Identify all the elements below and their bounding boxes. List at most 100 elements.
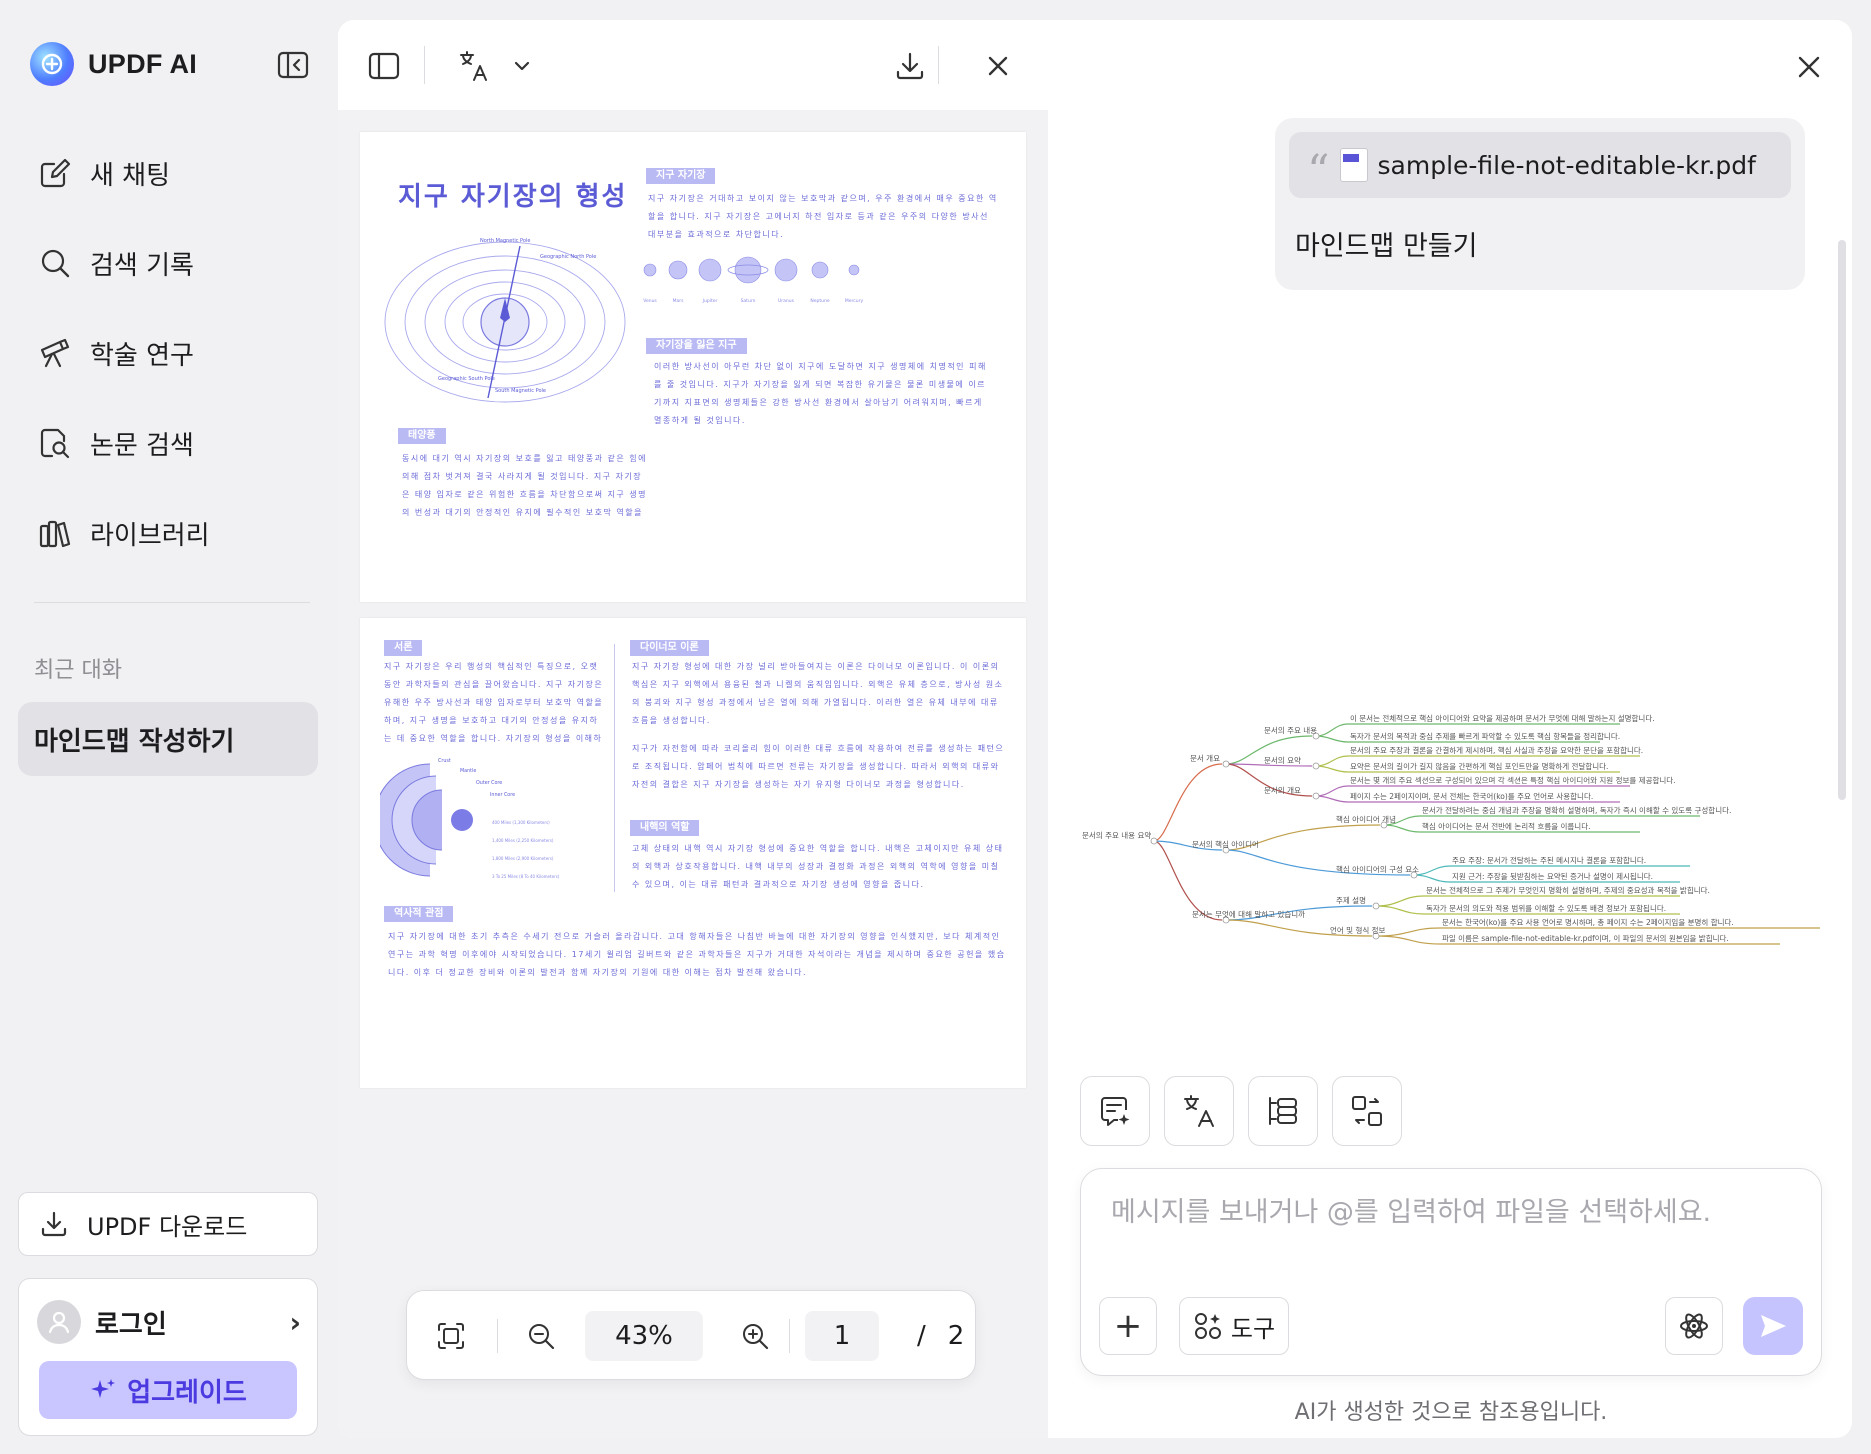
chat-panel: “ sample-file-not-editable-kr.pdf 마인드맵 만… bbox=[1050, 20, 1852, 1438]
zoom-in-icon bbox=[743, 1324, 769, 1350]
mindmap-button[interactable] bbox=[1248, 1076, 1318, 1146]
zoom-separator bbox=[789, 1319, 790, 1353]
geographic-south-label: Geographic South Pole bbox=[438, 376, 495, 382]
close-viewer-button[interactable] bbox=[978, 46, 1018, 86]
zoom-level[interactable]: 43% bbox=[585, 1311, 703, 1361]
close-chat-button[interactable] bbox=[1792, 50, 1826, 84]
download-icon bbox=[41, 1211, 67, 1237]
collapse-sidebar-button[interactable] bbox=[276, 48, 310, 82]
toolbar-separator bbox=[938, 46, 939, 84]
mindmap-branch: 문서는 무엇에 대해 말하고 있습니까 bbox=[1192, 909, 1305, 919]
zoom-out-button[interactable] bbox=[521, 1316, 561, 1356]
planet-label: Jupiter bbox=[702, 298, 718, 304]
brand[interactable]: UPDF AI bbox=[30, 42, 197, 86]
page-total: / 2 bbox=[917, 1311, 964, 1361]
mindmap-branch: 문서 개요 bbox=[1190, 753, 1220, 763]
updf-download-button[interactable]: UPDF 다운로드 bbox=[18, 1192, 318, 1256]
sidebar-item-label: 논문 검색 bbox=[90, 430, 194, 461]
mindmap-node: 핵심 아이디어 개념 bbox=[1336, 814, 1396, 824]
chevron-down-icon bbox=[514, 61, 530, 71]
mindmap-leaf: 문서의 주요 주장과 결론을 간결하게 제시하며, 핵심 사실과 주장을 요약한… bbox=[1350, 745, 1643, 755]
page1-section-tag: 자기장을 잃은 지구 bbox=[646, 338, 747, 354]
compare-button[interactable] bbox=[1332, 1076, 1402, 1146]
viewer-body[interactable]: 지구 자기장의 형성 지구 자기장 지구 자기장은 거대하고 보이지 않는 보호… bbox=[338, 110, 1048, 1438]
brand-name: UPDF AI bbox=[88, 48, 198, 79]
mindmap-node: 문서의 주요 내용 bbox=[1264, 725, 1317, 735]
page2-paragraph: 지구 자기장에 대한 초기 추측은 수세기 전으로 거슬러 올라갑니다. 고대 … bbox=[388, 932, 1006, 977]
total-pages: 2 bbox=[947, 1321, 965, 1351]
user-icon bbox=[48, 1311, 70, 1334]
mindmap-leaf: 주요 주장: 문서가 전달하는 주된 메시지나 결론을 포함합니다. bbox=[1452, 855, 1646, 865]
toolbar-separator bbox=[424, 46, 425, 84]
mindmap-leaf: 문서가 전달하려는 중심 개념과 주장을 명확히 설명하며, 독자가 즉시 이해… bbox=[1422, 805, 1731, 815]
mindmap-leaf: 지원 근거: 주장을 뒷받침하는 요약된 증거나 설명이 제시됩니다. bbox=[1452, 871, 1653, 881]
page2-paragraph: 지구가 자전함에 따라 코리올리 힘이 이러한 대류 흐름에 작용하여 전류를 … bbox=[632, 744, 1005, 789]
pdf-file-icon bbox=[1339, 148, 1368, 182]
page1-paragraph: 지구 자기장은 거대하고 보이지 않는 보호막과 같으며, 우주 환경에서 매우… bbox=[648, 194, 998, 239]
mindmap-node: 문서의 요약 bbox=[1264, 755, 1301, 765]
summarize-icon bbox=[1101, 1097, 1130, 1126]
sidebar-item-label: 새 채팅 bbox=[90, 160, 171, 191]
zoom-separator bbox=[497, 1319, 498, 1353]
library-icon bbox=[39, 520, 71, 548]
add-attachment-button[interactable]: + bbox=[1099, 1297, 1157, 1355]
download-label: UPDF 다운로드 bbox=[87, 1212, 248, 1241]
mindmap-leaf: 독자가 문서의 의도와 적용 범위를 이해할 수 있도록 배경 정보가 포함됩니… bbox=[1426, 903, 1666, 913]
south-magnetic-label: South Magnetic Pole bbox=[495, 388, 546, 394]
summarize-button[interactable] bbox=[1080, 1076, 1150, 1146]
translate-action-button[interactable] bbox=[1164, 1076, 1234, 1146]
login-button[interactable]: 로그인 › bbox=[37, 1299, 301, 1345]
tools-button[interactable]: 도구 bbox=[1179, 1297, 1289, 1355]
sidebar-item-search-history[interactable]: 검색 기록 bbox=[18, 218, 318, 308]
page1-paragraph: 동시에 대기 역시 자기장의 보호를 잃고 태양풍과 같은 힘에 의해 점차 벗… bbox=[402, 454, 647, 517]
avatar bbox=[37, 1300, 81, 1344]
send-button[interactable] bbox=[1743, 1297, 1803, 1355]
mindmap-leaf: 문서는 몇 개의 주요 섹션으로 구성되어 있으며 각 섹션은 특정 핵심 아이… bbox=[1350, 775, 1676, 785]
telescope-icon bbox=[40, 338, 70, 368]
planet-label: Venus bbox=[643, 298, 657, 304]
planet-label: Mercury bbox=[845, 298, 864, 304]
page2-section-tag: 내핵의 역할 bbox=[630, 820, 700, 836]
upgrade-button[interactable]: 업그레이드 bbox=[39, 1361, 297, 1419]
sidebar-item-new-chat[interactable]: 새 채팅 bbox=[18, 128, 318, 218]
download-pdf-button[interactable] bbox=[890, 46, 930, 86]
tools-icon bbox=[1194, 1313, 1221, 1339]
translate-options-dropdown[interactable] bbox=[502, 46, 542, 86]
sidebar-item-paper-search[interactable]: 논문 검색 bbox=[18, 398, 318, 488]
zoom-in-button[interactable] bbox=[735, 1316, 775, 1356]
pdf-page-2: 서론 지구 자기장은 우리 행성의 핵심적인 특징으로, 오랫동안 과학자들의 … bbox=[360, 618, 1026, 1088]
toggle-thumbnails-button[interactable] bbox=[364, 46, 404, 86]
tools-label: 도구 bbox=[1230, 1314, 1276, 1343]
paper-search-icon bbox=[40, 428, 70, 459]
sidebar-item-academic-research[interactable]: 학술 연구 bbox=[18, 308, 318, 398]
recent-chat-item[interactable]: 마인드맵 작성하기 bbox=[18, 702, 318, 776]
fit-page-button[interactable] bbox=[431, 1316, 471, 1356]
mindmap-root: 문서의 주요 내용 요약 bbox=[1082, 830, 1151, 840]
translate-icon bbox=[1184, 1095, 1214, 1127]
new-chat-icon bbox=[40, 158, 71, 188]
sidebar-divider bbox=[34, 602, 310, 603]
upgrade-label: 업그레이드 bbox=[127, 1377, 247, 1408]
page2-paragraph: 지구 자기장은 우리 행성의 핵심적인 특징으로, 오랫동안 과학자들의 관심을… bbox=[384, 662, 604, 743]
sidebar-panel-icon bbox=[368, 52, 400, 80]
sidebar-item-library[interactable]: 라이브러리 bbox=[18, 488, 318, 578]
sidebar: UPDF AI 새 채팅 검색 기록 학술 연구 논문 검색 라이브러리 최근 … bbox=[0, 0, 336, 1454]
quick-actions bbox=[1080, 1076, 1402, 1146]
login-label: 로그인 bbox=[95, 1309, 167, 1340]
translate-button[interactable] bbox=[454, 46, 494, 86]
model-selector-button[interactable] bbox=[1665, 1297, 1723, 1355]
chat-scrollbar[interactable] bbox=[1838, 240, 1846, 800]
mindmap-node: 핵심 아이디어의 구성 요소 bbox=[1336, 864, 1419, 874]
sidebar-item-label: 학술 연구 bbox=[90, 340, 194, 371]
attached-file-chip[interactable]: “ sample-file-not-editable-kr.pdf bbox=[1289, 132, 1791, 198]
mindmap-diagram[interactable]: 문서의 주요 내용 요약 문서 개요 문서의 핵심 아이디어 문서는 무엇에 대… bbox=[1080, 710, 1820, 950]
page1-section-tag: 지구 자기장 bbox=[646, 168, 716, 184]
viewer-toolbar bbox=[338, 20, 1048, 110]
page1-title: 지구 자기장의 형성 bbox=[398, 182, 628, 212]
send-icon bbox=[1761, 1315, 1786, 1337]
layer-depth-label: 400 Miles (1,300 Kilometers) bbox=[492, 820, 550, 825]
message-input[interactable] bbox=[1111, 1197, 1791, 1228]
mindmap-leaf: 핵심 아이디어는 문서 전반에 논리적 흐름을 이룹니다. bbox=[1422, 821, 1591, 831]
message-composer: + 도구 bbox=[1080, 1168, 1822, 1376]
current-page-input[interactable]: 1 bbox=[805, 1311, 879, 1361]
